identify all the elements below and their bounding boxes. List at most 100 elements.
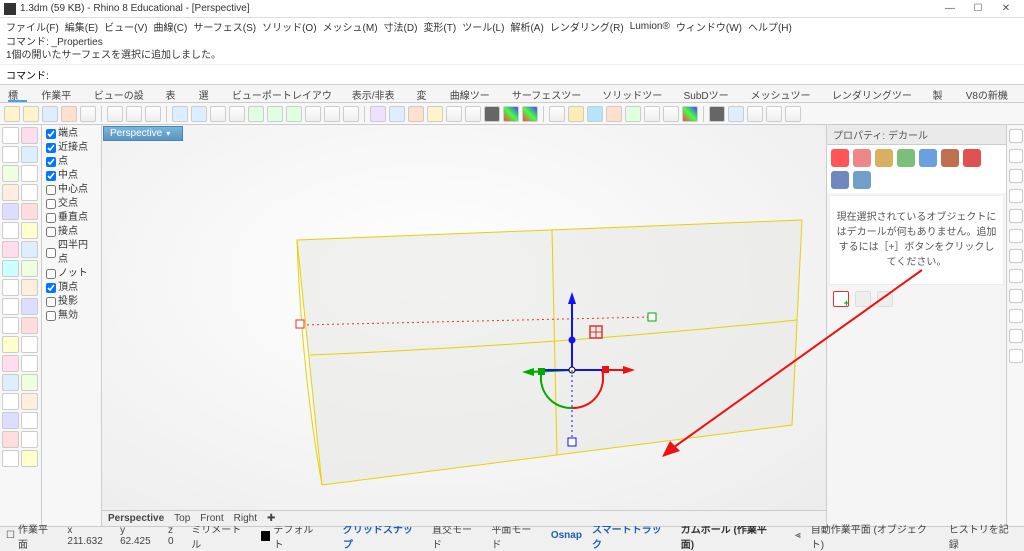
tool-icon[interactable] — [21, 317, 38, 334]
tool-icon[interactable] — [2, 279, 19, 296]
close-button[interactable]: ✕ — [992, 3, 1020, 14]
viewport-bottom-tab[interactable]: Front — [200, 513, 223, 524]
osnap-checkbox[interactable] — [46, 311, 56, 321]
toolbar-icon[interactable] — [644, 106, 660, 122]
tool-icon[interactable] — [21, 165, 38, 182]
toolbar-icon[interactable] — [709, 106, 725, 122]
minimize-button[interactable]: — — [936, 3, 964, 14]
menu-item[interactable]: レンダリング(R) — [550, 19, 624, 34]
tool-icon[interactable] — [21, 298, 38, 315]
menu-item[interactable]: 解析(A) — [510, 19, 543, 34]
menu-item[interactable]: Lumion® — [630, 21, 670, 32]
side-tab-icon[interactable] — [1009, 349, 1023, 363]
tool-icon[interactable] — [21, 222, 38, 239]
toolbar-icon[interactable] — [747, 106, 763, 122]
menu-item[interactable]: ツール(L) — [462, 19, 504, 34]
side-tab-icon[interactable] — [1009, 189, 1023, 203]
toolbar-icon[interactable] — [107, 106, 123, 122]
side-tab-icon[interactable] — [1009, 309, 1023, 323]
osnap-checkbox[interactable] — [46, 199, 56, 209]
toolbar-icon[interactable] — [23, 106, 39, 122]
osnap-checkbox[interactable] — [46, 269, 56, 279]
viewport[interactable]: Perspective — [102, 125, 826, 526]
gumball-widget[interactable] — [502, 290, 642, 450]
toolbar-icon[interactable] — [728, 106, 744, 122]
osnap-item[interactable]: 接点 — [46, 225, 97, 239]
tool-icon[interactable] — [21, 127, 38, 144]
tool-icon[interactable] — [21, 336, 38, 353]
side-tab-icon[interactable] — [1009, 229, 1023, 243]
maximize-button[interactable]: ☐ — [964, 3, 992, 14]
toolbar-icon[interactable] — [663, 106, 679, 122]
toolbar-icon[interactable] — [324, 106, 340, 122]
toolbar-icon[interactable] — [549, 106, 565, 122]
tool-icon[interactable] — [2, 393, 19, 410]
menu-item[interactable]: 編集(E) — [65, 19, 98, 34]
tool-icon[interactable] — [21, 184, 38, 201]
osnap-item[interactable]: 無効 — [46, 309, 97, 323]
toolbar-icon[interactable] — [389, 106, 405, 122]
toolbar-icon[interactable] — [145, 106, 161, 122]
osnap-item[interactable]: 頂点 — [46, 281, 97, 295]
osnap-checkbox[interactable] — [46, 297, 56, 307]
osnap-checkbox[interactable] — [46, 213, 56, 223]
status-osnap[interactable]: Osnap — [551, 530, 582, 541]
toolbar-tab[interactable]: レンダリングツール — [832, 87, 919, 102]
toolbar-icon[interactable] — [191, 106, 207, 122]
osnap-checkbox[interactable] — [46, 248, 56, 258]
toolbar-icon[interactable] — [370, 106, 386, 122]
osnap-item[interactable]: 垂直点 — [46, 211, 97, 225]
toolbar-tab[interactable]: 表示/非表示 — [352, 87, 403, 102]
osnap-item[interactable]: 端点 — [46, 127, 97, 141]
command-input[interactable] — [53, 67, 1018, 82]
toolbar-icon[interactable] — [343, 106, 359, 122]
tool-icon[interactable] — [21, 203, 38, 220]
toolbar-icon[interactable] — [785, 106, 801, 122]
tool-icon[interactable] — [2, 184, 19, 201]
toolbar-icon[interactable] — [427, 106, 443, 122]
toolbar-tab[interactable]: 変形 — [417, 87, 436, 102]
toolbar-tab[interactable]: V8の新機能 — [966, 87, 1016, 102]
panel-category-icon[interactable] — [919, 149, 937, 167]
tool-icon[interactable] — [2, 203, 19, 220]
osnap-item[interactable]: 点 — [46, 155, 97, 169]
toolbar-icon[interactable] — [465, 106, 481, 122]
toolbar-icon[interactable] — [568, 106, 584, 122]
osnap-checkbox[interactable] — [46, 157, 56, 167]
toolbar-icon[interactable] — [210, 106, 226, 122]
osnap-item[interactable]: ノット — [46, 267, 97, 281]
menu-item[interactable]: ソリッド(O) — [262, 19, 316, 34]
osnap-checkbox[interactable] — [46, 185, 56, 195]
osnap-item[interactable]: 四半円点 — [46, 239, 97, 267]
tool-icon[interactable] — [2, 146, 19, 163]
toolbar-icon[interactable] — [80, 106, 96, 122]
command-line[interactable]: コマンド: — [0, 64, 1024, 85]
tool-icon[interactable] — [21, 393, 38, 410]
menu-item[interactable]: 曲線(C) — [153, 19, 187, 34]
viewport-bottom-tab[interactable]: Perspective — [108, 513, 164, 524]
toolbar-tab[interactable]: ソリッドツール — [602, 87, 669, 102]
osnap-checkbox[interactable] — [46, 171, 56, 181]
viewport-bottom-tab[interactable]: Top — [174, 513, 190, 524]
toolbar-icon[interactable] — [248, 106, 264, 122]
menu-item[interactable]: ファイル(F) — [6, 19, 59, 34]
osnap-checkbox[interactable] — [46, 143, 56, 153]
tool-icon[interactable] — [2, 431, 19, 448]
status-history[interactable]: ヒストリを記録 — [949, 521, 1018, 551]
toolbar-icon[interactable] — [484, 106, 500, 122]
side-tab-icon[interactable] — [1009, 329, 1023, 343]
osnap-item[interactable]: 交点 — [46, 197, 97, 211]
side-tab-icon[interactable] — [1009, 129, 1023, 143]
osnap-item[interactable]: 中心点 — [46, 183, 97, 197]
menu-item[interactable]: 変形(T) — [423, 19, 456, 34]
toolbar-icon[interactable] — [267, 106, 283, 122]
toolbar-tab[interactable]: 表示 — [165, 87, 184, 102]
osnap-item[interactable]: 投影 — [46, 295, 97, 309]
menu-item[interactable]: ヘルプ(H) — [748, 19, 792, 34]
tool-icon[interactable] — [2, 336, 19, 353]
tool-icon[interactable] — [21, 241, 38, 258]
tool-icon[interactable] — [2, 165, 19, 182]
tool-icon[interactable] — [2, 450, 19, 467]
tool-icon[interactable] — [2, 127, 19, 144]
tool-icon[interactable] — [21, 374, 38, 391]
